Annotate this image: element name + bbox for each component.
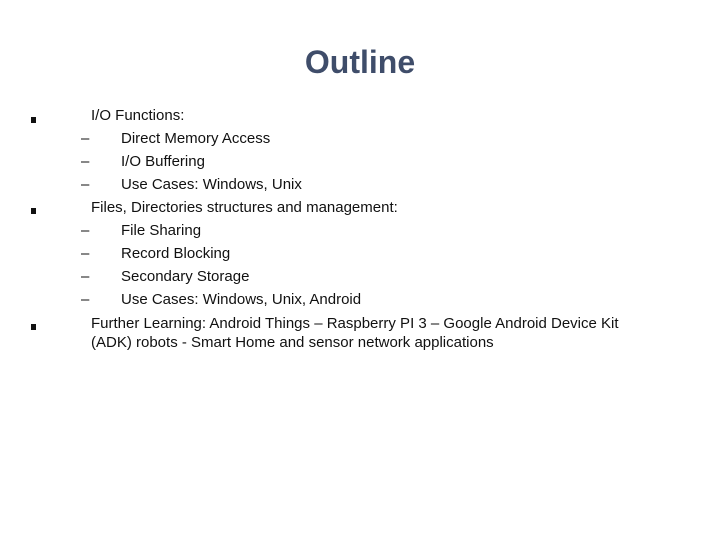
dash-bullet-icon: – [81, 176, 90, 193]
dash-bullet-icon: – [81, 245, 90, 262]
bullet-text: I/O Functions: [91, 107, 185, 124]
dash-bullet-icon: – [81, 130, 90, 147]
dash-bullet-icon: – [81, 153, 90, 170]
bullet-text: Further Learning: Android Things – Raspb… [91, 315, 619, 332]
dash-bullet-icon: – [81, 222, 90, 239]
square-bullet-icon [31, 117, 36, 123]
sub-bullet-text: Use Cases: Windows, Unix [121, 176, 302, 193]
sub-bullet-text: Direct Memory Access [121, 130, 271, 147]
dash-bullet-icon: – [81, 291, 90, 308]
square-bullet-icon [31, 324, 36, 330]
sub-bullet-text: File Sharing [121, 222, 202, 239]
bullet-text: Files, Directories structures and manage… [91, 199, 398, 216]
sub-bullet-text: I/O Buffering [121, 153, 205, 170]
sub-bullet-text: Secondary Storage [121, 268, 250, 285]
dash-bullet-icon: – [81, 268, 90, 285]
sub-bullet-text: Use Cases: Windows, Unix, Android [121, 291, 362, 308]
sub-bullet-text: Record Blocking [121, 245, 231, 262]
square-bullet-icon [31, 208, 36, 214]
slide-title: Outline [304, 44, 416, 80]
bullet-text-continuation: (ADK) robots - Smart Home and sensor net… [91, 334, 494, 351]
